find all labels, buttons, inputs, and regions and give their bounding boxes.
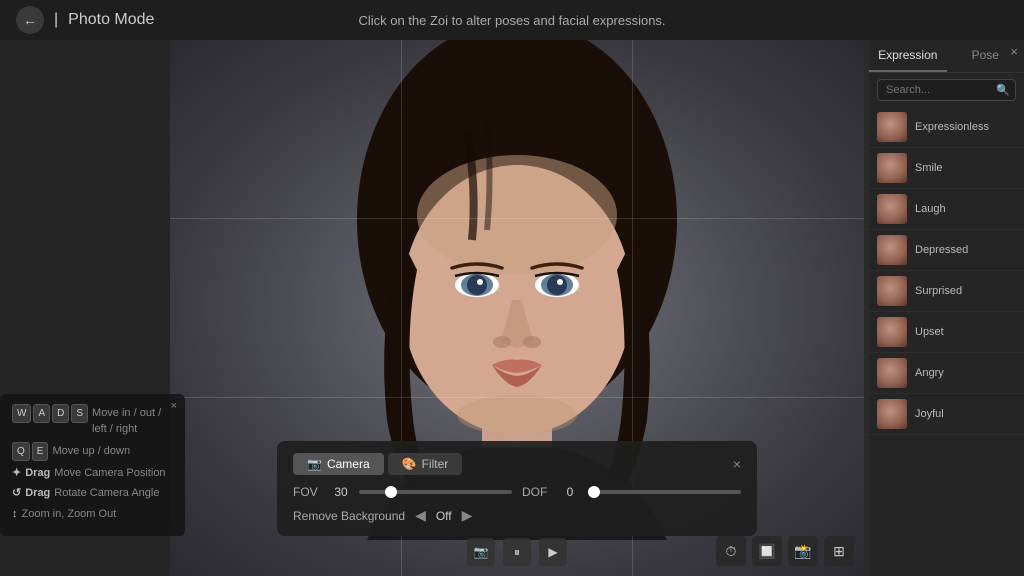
shortcut-drag-rotate-icon: ↺ (12, 485, 21, 502)
expression-name-angry: Angry (915, 367, 944, 379)
key-e: E (32, 442, 49, 461)
shortcut-drag-rotate-label: Drag (25, 485, 50, 502)
expression-item-laugh[interactable]: Laugh (869, 189, 1024, 230)
key-s: S (71, 404, 88, 423)
dof-label: DOF (522, 485, 552, 499)
shortcut-drag-rotate-desc: Rotate Camera Angle (54, 485, 159, 502)
shortcut-drag-rotate: ↺ Drag Rotate Camera Angle (12, 485, 173, 502)
expression-name-joyful: Joyful (915, 408, 944, 420)
panel-tabs: Expression Pose (869, 40, 1024, 73)
remove-bg-row: Remove Background ◀ Off ▶ (293, 507, 741, 524)
key-a: A (33, 404, 50, 423)
shortcut-drag-move: ✦ Drag Move Camera Position (12, 465, 173, 482)
shortcut-qe-desc: Move up / down (52, 443, 130, 460)
pause-button[interactable]: ⏸ (503, 538, 531, 566)
slider-row: FOV 30 DOF 0 (293, 485, 741, 499)
fov-slider-group: FOV 30 (293, 485, 512, 499)
shortcut-drag-move-icon: ✦ (12, 465, 21, 482)
shortcut-drag-move-label: Drag (25, 465, 50, 482)
expression-list: Expressionless Smile Laugh Depressed Surpris… (869, 107, 1024, 568)
timer-action-button[interactable]: ⏱ (716, 536, 746, 566)
expression-name-surprised: Surprised (915, 285, 962, 297)
screenshot-button[interactable]: 📷 (467, 538, 495, 566)
dof-value: 0 (560, 485, 580, 499)
right-panel-close-button[interactable]: × (1010, 44, 1018, 59)
expression-thumb-joyful (877, 399, 907, 429)
playback-controls: 📷 ⏸ ▶ (467, 538, 567, 566)
fov-slider[interactable] (359, 490, 512, 494)
shortcut-qe-keys: Q E (12, 442, 48, 461)
expression-name-upset: Upset (915, 326, 944, 338)
face-detect-button[interactable]: 🔲 (752, 536, 782, 566)
camera-tabs: 📷 Camera 🎨 Filter (293, 453, 462, 475)
key-d: D (52, 404, 69, 423)
expression-thumb-smile (877, 153, 907, 183)
expression-item-upset[interactable]: Upset (869, 312, 1024, 353)
camera-tab-camera[interactable]: 📷 Camera (293, 453, 384, 475)
camera-panel: 📷 Camera 🎨 Filter × FOV 30 DOF 0 (277, 441, 757, 536)
expression-name-smile: Smile (915, 162, 943, 174)
key-q: Q (12, 442, 30, 461)
fov-label: FOV (293, 485, 323, 499)
shortcut-zoom-desc: Zoom in, Zoom Out (22, 506, 117, 523)
right-panel: × Expression Pose 🔍 Expressionless Smile L… (869, 40, 1024, 576)
viewport: 📷 Camera 🎨 Filter × FOV 30 DOF 0 (170, 40, 864, 576)
header-hint: Click on the Zoi to alter poses and faci… (358, 13, 665, 28)
remove-bg-arrow-left[interactable]: ◀ (415, 507, 426, 524)
expression-thumb-angry (877, 358, 907, 388)
expression-name-laugh: Laugh (915, 203, 946, 215)
panel-search: 🔍 (869, 73, 1024, 107)
camera-tab-filter[interactable]: 🎨 Filter (388, 453, 463, 475)
dof-slider[interactable] (588, 490, 741, 494)
header-separator: | (54, 11, 58, 29)
expression-thumb-upset (877, 317, 907, 347)
expression-item-joyful[interactable]: Joyful (869, 394, 1024, 435)
search-icon: 🔍 (996, 84, 1010, 97)
header-title: Photo Mode (68, 11, 154, 29)
expression-search-input[interactable] (877, 79, 1016, 101)
shortcut-wasd-keys: W A D S (12, 404, 88, 423)
remove-bg-value: Off (436, 509, 452, 523)
expression-name-depressed: Depressed (915, 244, 968, 256)
expression-item-angry[interactable]: Angry (869, 353, 1024, 394)
header: ← | Photo Mode Click on the Zoi to alter… (0, 0, 1024, 40)
filter-icon: 🎨 (402, 457, 417, 471)
camera-panel-header: 📷 Camera 🎨 Filter × (293, 453, 741, 475)
shortcut-wasd: W A D S Move in / out / left / right (12, 404, 173, 438)
tab-expression[interactable]: Expression (869, 40, 947, 72)
expression-thumb-surprised (877, 276, 907, 306)
dof-slider-group: DOF 0 (522, 485, 741, 499)
remove-bg-label: Remove Background (293, 509, 405, 523)
crop-button[interactable]: ⊞ (824, 536, 854, 566)
shortcut-drag-move-desc: Move Camera Position (54, 465, 165, 482)
expression-thumb-laugh (877, 194, 907, 224)
shortcuts-panel: × W A D S Move in / out / left / right Q… (0, 394, 185, 537)
go-back-button[interactable]: ← (16, 6, 44, 34)
camera-shot-button[interactable]: 📸 (788, 536, 818, 566)
fov-value: 30 (331, 485, 351, 499)
shortcut-wasd-desc: Move in / out / left / right (92, 405, 173, 438)
shortcuts-close-button[interactable]: × (171, 400, 177, 412)
play-button[interactable]: ▶ (539, 538, 567, 566)
shortcut-zoom: ↕ Zoom in, Zoom Out (12, 506, 173, 523)
shortcut-zoom-icon: ↕ (12, 506, 18, 523)
camera-icon: 📷 (307, 457, 322, 471)
expression-name-expressionless: Expressionless (915, 121, 989, 133)
remove-bg-arrow-right[interactable]: ▶ (462, 507, 473, 524)
viewport-actions: ⏱ 🔲 📸 ⊞ (716, 536, 854, 566)
shortcut-qe: Q E Move up / down (12, 442, 173, 461)
expression-thumb-depressed (877, 235, 907, 265)
expression-item-depressed[interactable]: Depressed (869, 230, 1024, 271)
expression-thumb-expressionless (877, 112, 907, 142)
expression-item-expressionless[interactable]: Expressionless (869, 107, 1024, 148)
camera-panel-close-button[interactable]: × (733, 456, 741, 472)
expression-item-smile[interactable]: Smile (869, 148, 1024, 189)
expression-item-surprised[interactable]: Surprised (869, 271, 1024, 312)
key-w: W (12, 404, 31, 423)
